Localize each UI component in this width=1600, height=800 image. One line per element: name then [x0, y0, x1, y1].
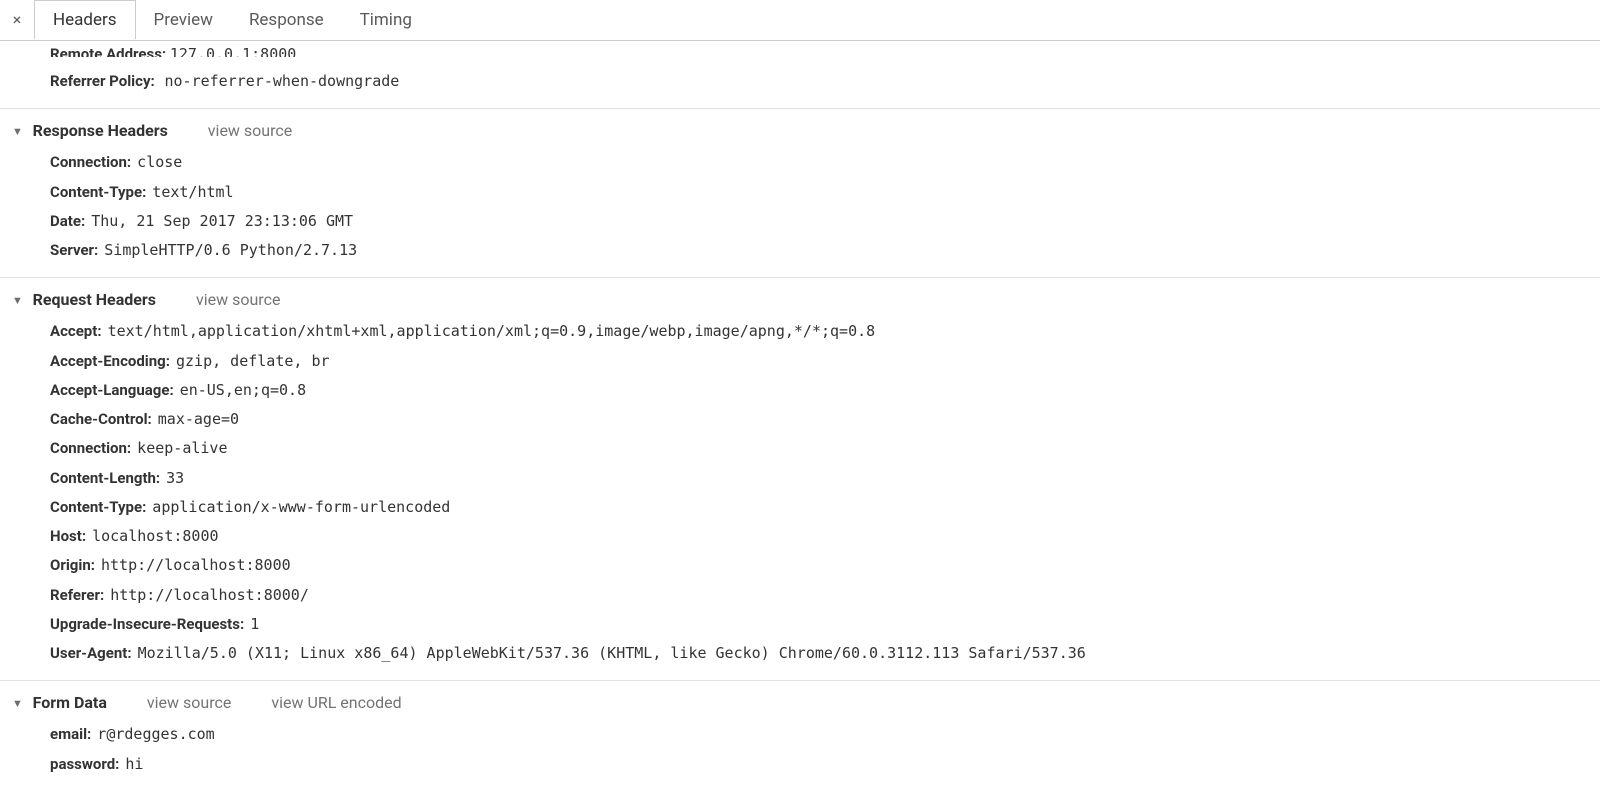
referrer-policy-row: Referrer Policy: no-referrer-when-downgr…: [0, 67, 1600, 96]
response-header-row: Server:SimpleHTTP/0.6 Python/2.7.13: [0, 236, 1600, 265]
chevron-down-icon: ▼: [12, 294, 23, 307]
form-data-title: Form Data: [33, 693, 107, 712]
response-header-row: Date:Thu, 21 Sep 2017 23:13:06 GMT: [0, 207, 1600, 236]
remote-address-label: Remote Address:: [50, 45, 166, 57]
request-header-row: Content-Type:application/x-www-form-urle…: [0, 493, 1600, 522]
response-header-row: Content-Type:text/html: [0, 178, 1600, 207]
remote-address-row: Remote Address: 127.0.0.1:8000: [0, 45, 1600, 67]
form-data-row: email:r@rdegges.com: [0, 720, 1600, 749]
request-header-row: Upgrade-Insecure-Requests:1: [0, 610, 1600, 639]
request-header-row: Referer:http://localhost:8000/: [0, 581, 1600, 610]
request-headers-toggle[interactable]: ▼ Request Headers: [12, 290, 156, 309]
response-headers-view-source[interactable]: view source: [208, 121, 292, 140]
response-headers-title: Response Headers: [33, 121, 168, 140]
request-header-row: Accept-Language:en-US,en;q=0.8: [0, 376, 1600, 405]
request-header-row: Connection:keep-alive: [0, 434, 1600, 463]
network-detail-tabs: × Headers Preview Response Timing: [0, 0, 1600, 40]
tab-preview[interactable]: Preview: [136, 1, 231, 39]
referrer-policy-value: no-referrer-when-downgrade: [164, 72, 399, 90]
request-header-row: Origin:http://localhost:8000: [0, 551, 1600, 580]
response-header-row: Connection:close: [0, 148, 1600, 177]
request-headers-section: ▼ Request Headers view source Accept:tex…: [0, 277, 1600, 680]
response-headers-toggle[interactable]: ▼ Response Headers: [12, 121, 168, 140]
tab-headers[interactable]: Headers: [34, 0, 136, 39]
form-data-toggle[interactable]: ▼ Form Data: [12, 693, 107, 712]
referrer-policy-label: Referrer Policy:: [50, 72, 155, 90]
tab-response[interactable]: Response: [231, 1, 342, 39]
chevron-down-icon: ▼: [12, 697, 23, 710]
remote-address-value: 127.0.0.1:8000: [170, 45, 296, 57]
request-headers-view-source[interactable]: view source: [196, 290, 280, 309]
headers-panel: Remote Address: 127.0.0.1:8000 Referrer …: [0, 40, 1600, 791]
request-header-row: Accept-Encoding:gzip, deflate, br: [0, 347, 1600, 376]
chevron-down-icon: ▼: [12, 125, 23, 138]
request-header-row: User-Agent:Mozilla/5.0 (X11; Linux x86_6…: [0, 639, 1600, 668]
request-header-row: Content-Length:33: [0, 464, 1600, 493]
request-header-row: Accept:text/html,application/xhtml+xml,a…: [0, 317, 1600, 346]
form-data-row: password:hi: [0, 750, 1600, 779]
form-data-view-url-encoded[interactable]: view URL encoded: [271, 693, 401, 712]
request-header-row: Cache-Control:max-age=0: [0, 405, 1600, 434]
response-headers-section: ▼ Response Headers view source Connectio…: [0, 108, 1600, 277]
form-data-section: ▼ Form Data view source view URL encoded…: [0, 680, 1600, 791]
tab-timing[interactable]: Timing: [342, 1, 430, 39]
request-headers-title: Request Headers: [33, 290, 156, 309]
general-section-partial: Remote Address: 127.0.0.1:8000 Referrer …: [0, 41, 1600, 108]
form-data-view-source[interactable]: view source: [147, 693, 231, 712]
close-icon[interactable]: ×: [0, 2, 34, 37]
request-header-row: Host:localhost:8000: [0, 522, 1600, 551]
